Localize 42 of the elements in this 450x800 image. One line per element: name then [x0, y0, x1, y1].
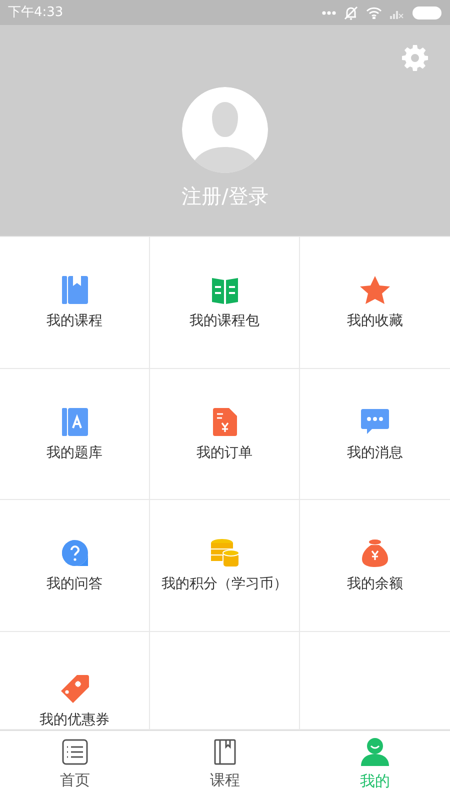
chat-bubble-icon	[361, 408, 389, 434]
menu-item[interactable]: 我的课程包	[152, 274, 298, 330]
battery-icon	[412, 6, 442, 20]
status-time: 下午4:33	[8, 4, 64, 22]
menu-label: 我的收藏	[347, 312, 403, 330]
menu-item[interactable]: 我的消息	[302, 406, 448, 462]
star-icon	[360, 276, 390, 304]
more-dots-icon	[322, 10, 336, 14]
book-a-icon	[62, 408, 88, 436]
menu-item[interactable]: 我的收藏	[302, 274, 448, 330]
menu-item[interactable]: 我的优惠券	[2, 674, 148, 730]
menu-label: 我的积分（学习币）	[162, 576, 288, 594]
avatar-silhouette[interactable]	[182, 87, 268, 173]
menu-label: 我的消息	[347, 444, 403, 462]
menu-item[interactable]: 我的余额	[302, 538, 448, 594]
menu-item[interactable]: 我的积分（学习币）	[152, 538, 298, 594]
money-bag-icon	[362, 539, 388, 568]
coins-icon	[210, 539, 238, 568]
tab[interactable]: 课程	[150, 731, 300, 800]
question-icon	[62, 540, 88, 566]
menu-label: 我的题库	[46, 444, 102, 462]
menu-label: 我的订单	[196, 444, 252, 462]
person-icon	[361, 738, 389, 766]
menu-label: 我的课程	[46, 312, 102, 330]
menu-label: 我的课程包	[190, 312, 260, 330]
wifi-icon	[366, 6, 382, 18]
open-book-icon	[212, 276, 238, 304]
muted-bell-icon	[344, 6, 358, 20]
menu-label: 我的问答	[46, 576, 102, 594]
menu-label: 我的优惠券	[40, 712, 110, 730]
settings-icon[interactable]	[402, 45, 428, 71]
book-icon	[214, 739, 236, 766]
menu-item[interactable]: 我的问答	[2, 538, 148, 594]
tag-icon	[60, 675, 88, 704]
book-icon	[62, 276, 88, 304]
menu-item[interactable]: 我的订单	[152, 406, 298, 462]
menu-item[interactable]: 我的题库	[2, 406, 148, 462]
list-icon	[62, 739, 88, 766]
menu-item[interactable]: 我的课程	[2, 274, 148, 330]
menu-label: 我的余额	[347, 576, 403, 594]
tab[interactable]: 首页	[0, 731, 150, 800]
document-icon	[212, 408, 236, 436]
